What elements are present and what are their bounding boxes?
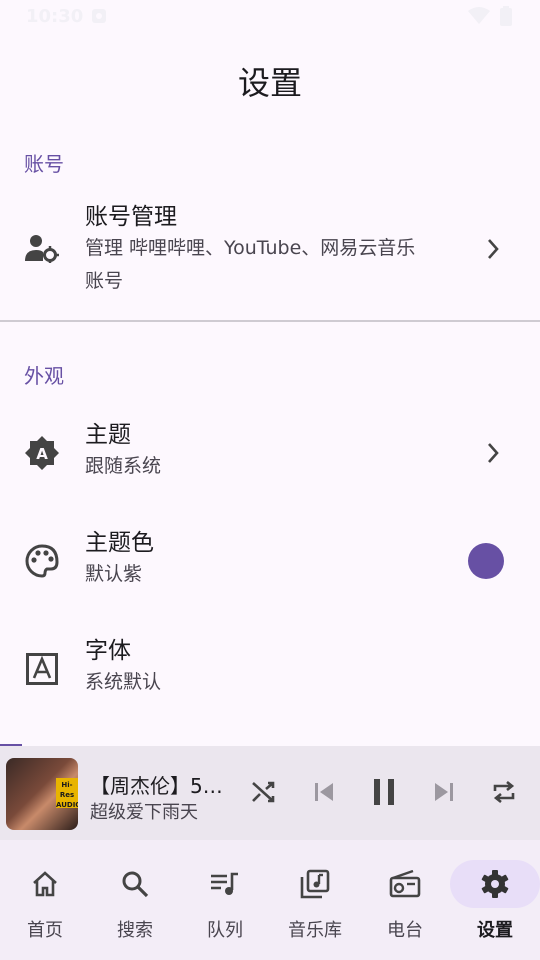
skip-previous-icon[interactable] <box>308 776 340 808</box>
search-icon <box>90 860 180 908</box>
nav-label-library: 音乐库 <box>288 920 342 941</box>
home-icon <box>0 860 90 908</box>
nav-label-search: 搜索 <box>117 920 153 941</box>
settings-item-theme[interactable]: A 主题 跟随系统 <box>0 408 540 500</box>
account-management-title: 账号管理 <box>85 204 177 230</box>
section-label-appearance: 外观 <box>24 364 64 388</box>
nav-label-queue: 队列 <box>207 920 243 941</box>
section-label-account: 账号 <box>24 152 64 176</box>
theme-color-title: 主题色 <box>85 530 154 556</box>
nav-item-settings[interactable]: 设置 <box>450 860 540 942</box>
settings-item-font[interactable]: 字体 系统默认 <box>0 624 540 716</box>
settings-icon <box>450 860 540 908</box>
page-title: 设置 <box>237 64 302 102</box>
song-title: 【周杰伦】5… <box>90 774 223 798</box>
library-music-icon <box>270 860 360 908</box>
nav-item-queue[interactable]: 队列 <box>180 860 270 942</box>
app-notification-icon <box>91 8 107 24</box>
pause-icon[interactable] <box>368 776 400 808</box>
font-title: 字体 <box>85 638 131 664</box>
settings-item-account-management[interactable]: 账号管理 管理 哔哩哔哩、YouTube、网易云音乐 账号 <box>0 196 540 306</box>
font-icon <box>24 651 60 687</box>
nav-label-home: 首页 <box>27 920 63 941</box>
battery-icon <box>500 6 512 26</box>
nav-label-settings: 设置 <box>477 920 513 941</box>
radio-icon <box>360 860 450 908</box>
chevron-right-icon <box>486 442 500 464</box>
nav-item-home[interactable]: 首页 <box>0 860 90 942</box>
nav-item-search[interactable]: 搜索 <box>90 860 180 942</box>
wifi-icon <box>468 7 490 25</box>
status-time: 10:30 <box>26 5 84 27</box>
settings-item-theme-color[interactable]: 主题色 默认紫 <box>0 516 540 608</box>
hi-res-audio-badge: Hi-ResAUDIO <box>56 778 78 809</box>
skip-next-icon[interactable] <box>428 776 460 808</box>
svg-text:A: A <box>36 445 48 463</box>
theme-title: 主题 <box>85 422 131 448</box>
nav-label-radio: 电台 <box>387 920 423 941</box>
manage-accounts-icon <box>24 230 60 266</box>
brightness-auto-icon: A <box>24 435 60 471</box>
shuffle-icon[interactable] <box>248 776 280 808</box>
nav-item-library[interactable]: 音乐库 <box>270 860 360 942</box>
section-divider <box>0 320 540 322</box>
album-art[interactable]: Hi-ResAUDIO <box>6 758 78 830</box>
status-bar: 10:30 <box>0 0 540 32</box>
queue-music-icon <box>180 860 270 908</box>
song-artist: 超级爱下雨天 <box>90 802 198 823</box>
nav-item-radio[interactable]: 电台 <box>360 860 450 942</box>
account-management-subtitle: 管理 哔哩哔哩、YouTube、网易云音乐 账号 <box>85 237 416 292</box>
theme-color-subtitle: 默认紫 <box>85 563 143 585</box>
repeat-icon[interactable] <box>488 776 520 808</box>
font-subtitle: 系统默认 <box>85 671 162 693</box>
theme-color-swatch <box>468 543 504 579</box>
mini-player[interactable]: Hi-ResAUDIO 【周杰伦】5… 超级爱下雨天 <box>0 746 540 840</box>
palette-icon <box>24 543 60 579</box>
bottom-navigation: 首页 搜索 队列 音乐库 电台 设置 <box>0 840 540 960</box>
theme-subtitle: 跟随系统 <box>85 455 162 477</box>
chevron-right-icon <box>486 238 500 260</box>
